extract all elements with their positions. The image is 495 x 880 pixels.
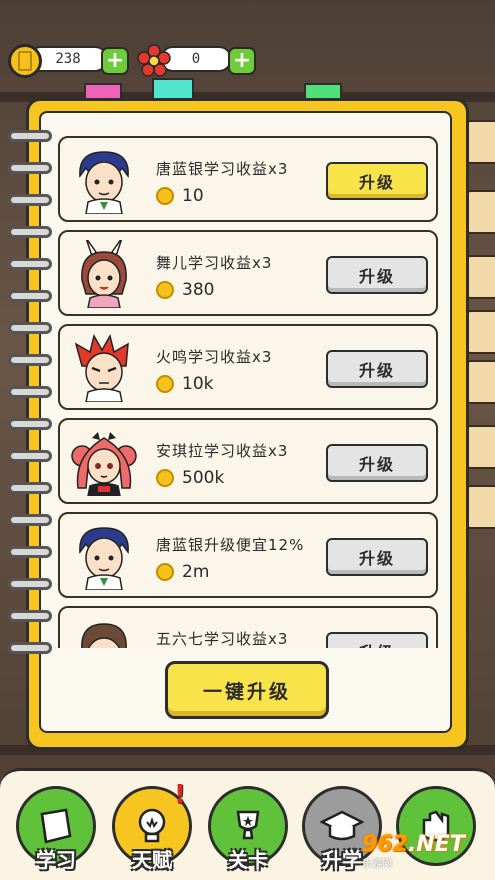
watermark-logo-text: 962.NET: [362, 832, 465, 857]
nav-study[interactable]: 学习: [16, 786, 96, 876]
notebook-ring: [8, 290, 52, 302]
nav-levels[interactable]: 关卡: [208, 786, 288, 876]
flower-icon: [137, 44, 171, 77]
notebook-ring: [8, 258, 52, 270]
cost-value: 2m: [182, 562, 210, 582]
upgrade-card: 火鸣学习收益x3 10k 升级: [58, 324, 438, 410]
upgrade-title: 五六七学习收益x3: [156, 630, 289, 648]
notebook-ring: [8, 354, 52, 366]
notebook-ring: [8, 162, 52, 174]
coin-icon: [8, 44, 42, 78]
coin-icon: [156, 187, 174, 205]
cost-value: 10: [182, 186, 204, 206]
notebook-ring: [8, 578, 52, 590]
upgrade-cost: 10: [156, 186, 204, 206]
upgrade-cost: 500k: [156, 468, 224, 488]
notebook-ring: [8, 226, 52, 238]
one-click-upgrade-button[interactable]: 一键升级: [165, 661, 329, 719]
notebook-ring: [8, 514, 52, 526]
notification-alert-icon: !: [174, 780, 186, 810]
notebook-ring: [8, 546, 52, 558]
character-avatar: [81, 240, 127, 308]
notebook-ring: [8, 130, 52, 142]
upgrade-cost: 2m: [156, 562, 209, 582]
upgrade-card: 唐蓝银升级便宜12% 2m 升级: [58, 512, 438, 598]
upgrade-button[interactable]: 升级: [326, 162, 428, 200]
upgrade-list[interactable]: 唐蓝银学习收益x3 10 升级 舞儿学习收益x3 380 升级 火鸣学习收益x3…: [58, 136, 438, 648]
upgrade-title: 唐蓝银学习收益x3: [156, 160, 289, 178]
notebook-ring: [8, 610, 52, 622]
nav-label: 天赋: [132, 848, 172, 872]
upgrade-button[interactable]: 升级: [326, 538, 428, 576]
upgrade-card: 唐蓝银学习收益x3 10 升级: [58, 136, 438, 222]
upgrade-button[interactable]: 升级: [326, 256, 428, 294]
upgrade-card: 安琪拉学习收益x3 500k 升级: [58, 418, 438, 504]
cost-value: 10k: [182, 374, 214, 394]
upgrade-cost: 380: [156, 280, 214, 300]
upgrade-title: 舞儿学习收益x3: [156, 254, 273, 272]
coin-icon: [156, 469, 174, 487]
watermark-logo: 962.NET 乐游网: [362, 832, 490, 872]
notebook-ring: [8, 194, 52, 206]
coin-icon: [156, 375, 174, 393]
upgrade-title: 唐蓝银升级便宜12%: [156, 536, 305, 554]
coin-icon: [156, 281, 174, 299]
notebook-ring: [8, 450, 52, 462]
notebook-ring: [8, 322, 52, 334]
character-avatar: [74, 334, 129, 402]
add-flowers-button[interactable]: +: [228, 47, 256, 75]
notebook-ring: [8, 386, 52, 398]
coin-icon: [156, 563, 174, 581]
character-avatar: [81, 623, 127, 648]
upgrade-title: 安琪拉学习收益x3: [156, 442, 289, 460]
upgrade-button[interactable]: 升级: [326, 444, 428, 482]
notebook-ring: [8, 482, 52, 494]
upgrade-cost: 10k: [156, 374, 213, 394]
nav-label: 学习: [36, 848, 76, 872]
upgrade-button[interactable]: 升级: [326, 350, 428, 388]
upgrade-button[interactable]: 升级: [326, 632, 428, 648]
notebook-ring: [8, 418, 52, 430]
upgrade-title: 火鸣学习收益x3: [156, 348, 273, 366]
character-avatar: [71, 432, 137, 496]
character-avatar: [79, 527, 129, 590]
watermark-subtitle: 乐游网: [362, 859, 392, 870]
character-avatar: [79, 151, 129, 214]
upgrade-card: 五六七学习收益x3 升级: [58, 606, 438, 648]
upgrade-card: 舞儿学习收益x3 380 升级: [58, 230, 438, 316]
cost-value: 380: [182, 280, 215, 300]
add-coins-button[interactable]: +: [101, 47, 129, 75]
notebook-ring: [8, 642, 52, 654]
cost-value: 500k: [182, 468, 225, 488]
nav-label: 关卡: [228, 848, 268, 872]
